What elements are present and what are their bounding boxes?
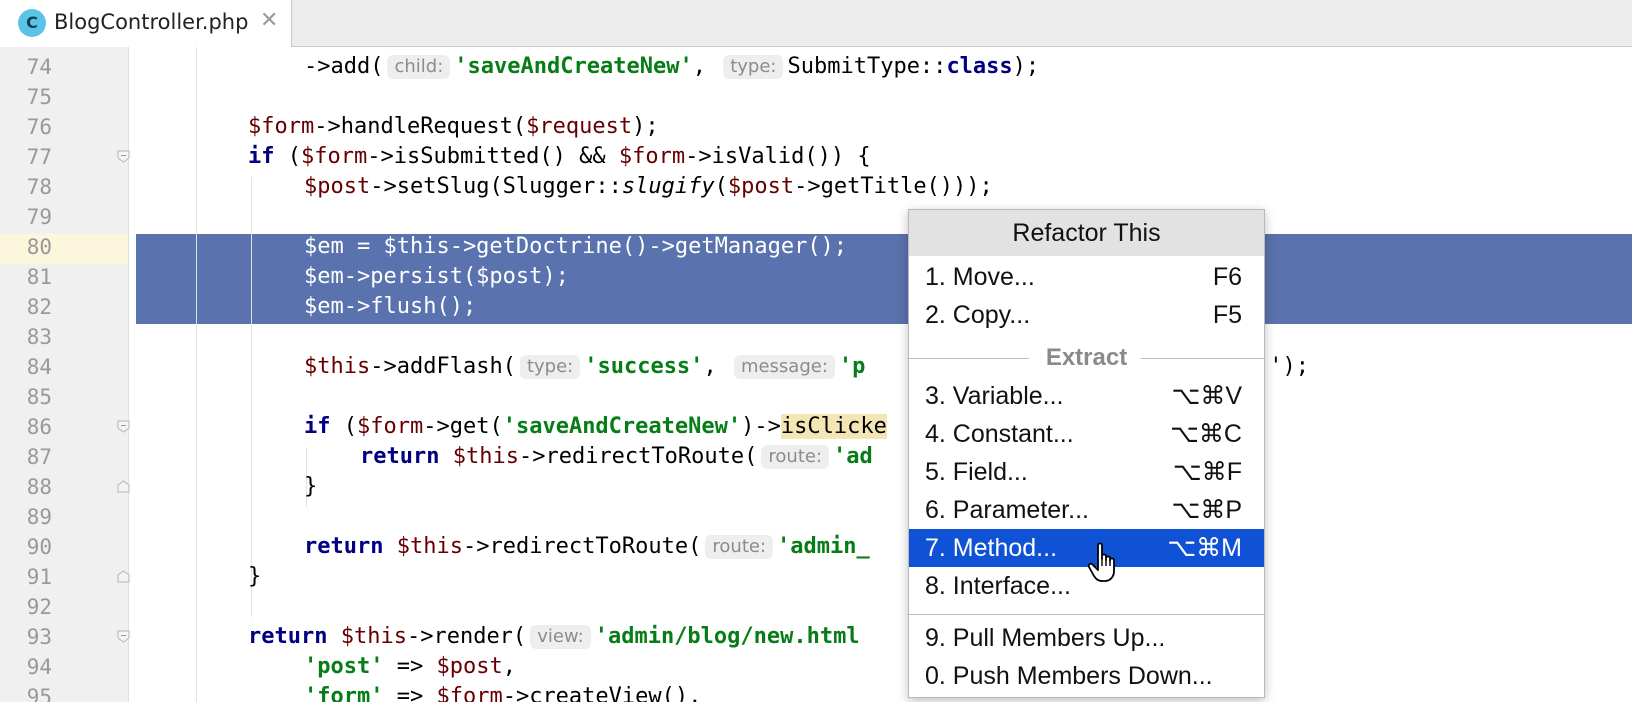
code-line: 85: [0, 382, 1632, 412]
parameter-hint: view:: [530, 625, 591, 649]
code-line: 93 return $this->render(view:'admin/blog…: [0, 622, 1632, 652]
line-number: 84: [26, 355, 52, 379]
refactor-this-popup[interactable]: Refactor This 1. Move... F6 2. Copy... F…: [908, 209, 1265, 698]
code-line: 92: [0, 592, 1632, 622]
parameter-hint: route:: [705, 535, 774, 559]
menu-item-constant[interactable]: 4. Constant... ⌥⌘C: [909, 415, 1264, 453]
menu-item-push-members-down[interactable]: 0. Push Members Down...: [909, 657, 1264, 695]
parameter-hint: message:: [733, 355, 835, 379]
code-line-selected: 80 $em = $this->getDoctrine()->getManage…: [0, 232, 1632, 262]
code-line: 86 if ($form->get('saveAndCreateNew')->i…: [0, 412, 1632, 442]
line-number: 78: [26, 175, 52, 199]
hand-pointer-icon: [1087, 542, 1115, 582]
menu-item-pull-members-up[interactable]: 9. Pull Members Up...: [909, 619, 1264, 657]
php-class-icon: C: [18, 9, 46, 37]
line-number: 92: [26, 595, 52, 619]
section-separator-extract: Extract: [909, 340, 1264, 376]
code-line: 90 return $this->redirectToRoute(route: '…: [0, 532, 1632, 562]
code-line: 74 ->add(child:'saveAndCreateNew', type:…: [0, 52, 1632, 82]
code-line: 78 $post->setSlug(Slugger::slugify($post…: [0, 172, 1632, 202]
code-line: 94 'post' => $post,: [0, 652, 1632, 682]
tab-blogcontroller[interactable]: C BlogController.php ✕: [0, 0, 292, 47]
line-number: 85: [26, 385, 52, 409]
menu-item-field[interactable]: 5. Field... ⌥⌘F: [909, 453, 1264, 491]
popup-title: Refactor This: [909, 210, 1264, 256]
code-line: 77 if ($form->isSubmitted() && $form->is…: [0, 142, 1632, 172]
menu-item-variable[interactable]: 3. Variable... ⌥⌘V: [909, 377, 1264, 415]
line-number: 86: [26, 415, 52, 439]
fold-end-icon[interactable]: [117, 570, 130, 583]
line-number: 76: [26, 115, 52, 139]
menu-item-move[interactable]: 1. Move... F6: [909, 258, 1264, 296]
line-number: 90: [26, 535, 52, 559]
menu-separator: [909, 614, 1264, 615]
line-number: 79: [26, 205, 52, 229]
editor-tab-bar: C BlogController.php ✕: [0, 0, 1632, 47]
code-line: 83: [0, 322, 1632, 352]
code-line: 79: [0, 202, 1632, 232]
line-number: 80: [26, 235, 52, 259]
line-number: 75: [26, 85, 52, 109]
line-number: 83: [26, 325, 52, 349]
line-number: 95: [26, 685, 52, 702]
code-line-selected: 81 $em->persist($post);: [0, 262, 1632, 292]
code-line: 76 $form->handleRequest($request);: [0, 112, 1632, 142]
menu-item-parameter[interactable]: 6. Parameter... ⌥⌘P: [909, 491, 1264, 529]
line-number: 87: [26, 445, 52, 469]
code-line: 84 $this->addFlash(type:'success', messa…: [0, 352, 1632, 382]
menu-item-copy[interactable]: 2. Copy... F5: [909, 296, 1264, 334]
parameter-hint: route:: [761, 445, 830, 469]
fold-end-icon[interactable]: [117, 480, 130, 493]
code-line-selected: 82 $em->flush();: [0, 292, 1632, 322]
line-number: 81: [26, 265, 52, 289]
fold-collapse-icon[interactable]: [117, 150, 130, 163]
line-number: 93: [26, 625, 52, 649]
line-number: 88: [26, 475, 52, 499]
line-number: 74: [26, 55, 52, 79]
code-editor[interactable]: 74 ->add(child:'saveAndCreateNew', type:…: [0, 47, 1632, 702]
code-line: 88 }: [0, 472, 1632, 502]
parameter-hint: type:: [519, 355, 581, 379]
parameter-hint: child:: [387, 55, 451, 79]
fold-collapse-icon[interactable]: [117, 420, 130, 433]
line-number: 91: [26, 565, 52, 589]
code-line: 75: [0, 82, 1632, 112]
parameter-hint: type:: [723, 55, 784, 79]
line-number: 77: [26, 145, 52, 169]
line-number: 82: [26, 295, 52, 319]
line-number: 89: [26, 505, 52, 529]
code-line: 91 }: [0, 562, 1632, 592]
fold-collapse-icon[interactable]: [117, 630, 130, 643]
code-line: 87 return $this->redirectToRoute(route: '…: [0, 442, 1632, 472]
close-icon[interactable]: ✕: [260, 8, 278, 33]
tab-filename: BlogController.php: [54, 10, 249, 34]
code-line: 89: [0, 502, 1632, 532]
line-number: 94: [26, 655, 52, 679]
code-line: 95 'form' => $form->createView(),: [0, 682, 1632, 702]
